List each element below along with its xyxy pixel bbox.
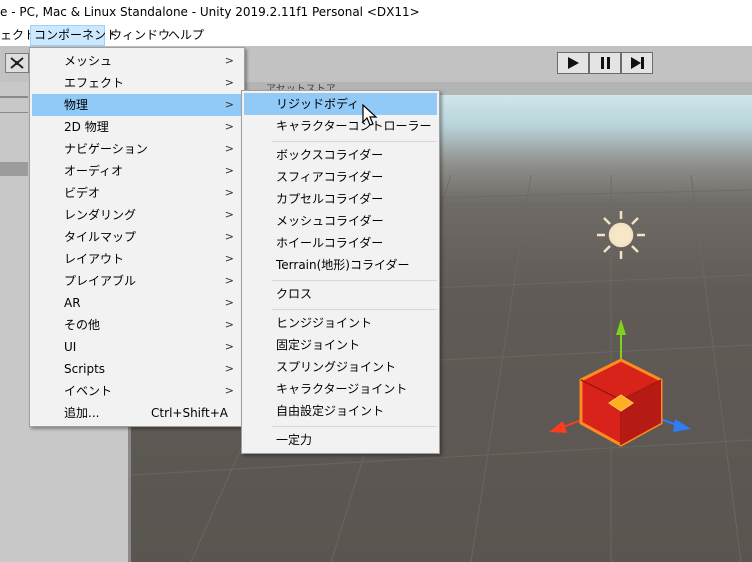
menu-bar: ェクト コンポーネント ウィンドウ ヘルプ — [0, 25, 752, 46]
menu-item-ar[interactable]: AR > — [32, 292, 242, 314]
menu-item-add[interactable]: 追加... Ctrl+Shift+A — [32, 402, 242, 424]
menu-item-physics-2d[interactable]: 2D 物理 > — [32, 116, 242, 138]
menu-item-spring-joint[interactable]: スプリングジョイント — [244, 356, 437, 378]
chevron-right-icon: > — [224, 142, 234, 155]
chevron-right-icon: > — [224, 164, 234, 177]
menu-item-hinge-joint[interactable]: ヒンジジョイント — [244, 312, 437, 334]
chevron-right-icon: > — [224, 186, 234, 199]
menu-item-capsule-collider[interactable]: カプセルコライダー — [244, 188, 437, 210]
menu-item-physics[interactable]: 物理 > — [32, 94, 242, 116]
menu-item-sphere-collider[interactable]: スフィアコライダー — [244, 166, 437, 188]
shortcut-text: Ctrl+Shift+A — [151, 406, 228, 420]
component-menu: メッシュ > エフェクト > 物理 > 2D 物理 > ナビゲーション > オーディオ > … — [29, 47, 245, 427]
menu-item-audio[interactable]: オーディオ > — [32, 160, 242, 182]
window-title-bar: e - PC, Mac & Linux Standalone - Unity 2… — [0, 0, 752, 25]
chevron-right-icon: > — [224, 296, 234, 309]
physics-submenu: リジッドボディ キャラクターコントローラー ボックスコライダー スフィアコライダ… — [241, 90, 440, 454]
play-controls — [557, 52, 653, 74]
menu-separator — [272, 309, 437, 310]
hierarchy-selected-row[interactable] — [0, 162, 28, 176]
menu-item-event[interactable]: イベント > — [32, 380, 242, 402]
pause-button[interactable] — [589, 52, 621, 74]
chevron-right-icon: > — [224, 274, 234, 287]
step-button[interactable] — [621, 52, 653, 74]
menu-window[interactable]: ウィンドウ — [110, 25, 170, 46]
menu-item-rendering[interactable]: レンダリング > — [32, 204, 242, 226]
pause-icon — [601, 57, 610, 69]
menu-item-ui[interactable]: UI > — [32, 336, 242, 358]
menu-item-terrain-collider[interactable]: Terrain(地形)コライダー — [244, 254, 437, 276]
menu-separator — [272, 426, 437, 427]
menu-item-mesh-collider[interactable]: メッシュコライダー — [244, 210, 437, 232]
menu-item-video[interactable]: ビデオ > — [32, 182, 242, 204]
chevron-right-icon: > — [224, 54, 234, 67]
menu-separator — [272, 280, 437, 281]
menu-item-fixed-joint[interactable]: 固定ジョイント — [244, 334, 437, 356]
move-tool-icon — [10, 57, 24, 69]
chevron-right-icon: > — [224, 318, 234, 331]
window-title: e - PC, Mac & Linux Standalone - Unity 2… — [0, 5, 420, 19]
chevron-right-icon: > — [224, 76, 234, 89]
chevron-right-icon: > — [224, 340, 234, 353]
menu-item-constant-force[interactable]: 一定力 — [244, 429, 437, 451]
menu-item-mesh[interactable]: メッシュ > — [32, 50, 242, 72]
chevron-right-icon: > — [224, 362, 234, 375]
menu-item-box-collider[interactable]: ボックスコライダー — [244, 144, 437, 166]
chevron-right-icon: > — [224, 98, 234, 111]
chevron-right-icon: > — [224, 230, 234, 243]
selected-cube-gizmo[interactable] — [549, 319, 691, 447]
step-icon — [631, 57, 644, 69]
chevron-right-icon: > — [224, 384, 234, 397]
menu-item-navigation[interactable]: ナビゲーション > — [32, 138, 242, 160]
menu-item-configurable-joint[interactable]: 自由設定ジョイント — [244, 400, 437, 422]
mouse-cursor-icon — [362, 104, 378, 126]
menu-item-character-controller[interactable]: キャラクターコントローラー — [244, 115, 437, 137]
menu-item-rigidbody[interactable]: リジッドボディ — [244, 93, 437, 115]
menu-item-playables[interactable]: プレイアブル > — [32, 270, 242, 292]
directional-light-icon[interactable] — [597, 211, 645, 259]
chevron-right-icon: > — [224, 252, 234, 265]
play-button[interactable] — [557, 52, 589, 74]
menu-item-scripts[interactable]: Scripts > — [32, 358, 242, 380]
menu-item-layout[interactable]: レイアウト > — [32, 248, 242, 270]
chevron-right-icon: > — [224, 208, 234, 221]
menu-item-character-joint[interactable]: キャラクタージョイント — [244, 378, 437, 400]
menu-item-wheel-collider[interactable]: ホイールコライダー — [244, 232, 437, 254]
menu-item-effects[interactable]: エフェクト > — [32, 72, 242, 94]
menu-item-tilemap[interactable]: タイルマップ > — [32, 226, 242, 248]
menu-separator — [272, 141, 437, 142]
menu-item-cloth[interactable]: クロス — [244, 283, 437, 305]
move-tool-button[interactable] — [5, 53, 29, 73]
menu-component[interactable]: コンポーネント — [30, 25, 118, 46]
play-icon — [568, 57, 579, 69]
menu-item-misc[interactable]: その他 > — [32, 314, 242, 336]
panel-divider — [0, 112, 28, 113]
chevron-right-icon: > — [224, 120, 234, 133]
menu-help[interactable]: ヘルプ — [168, 25, 204, 46]
panel-divider — [0, 96, 28, 98]
